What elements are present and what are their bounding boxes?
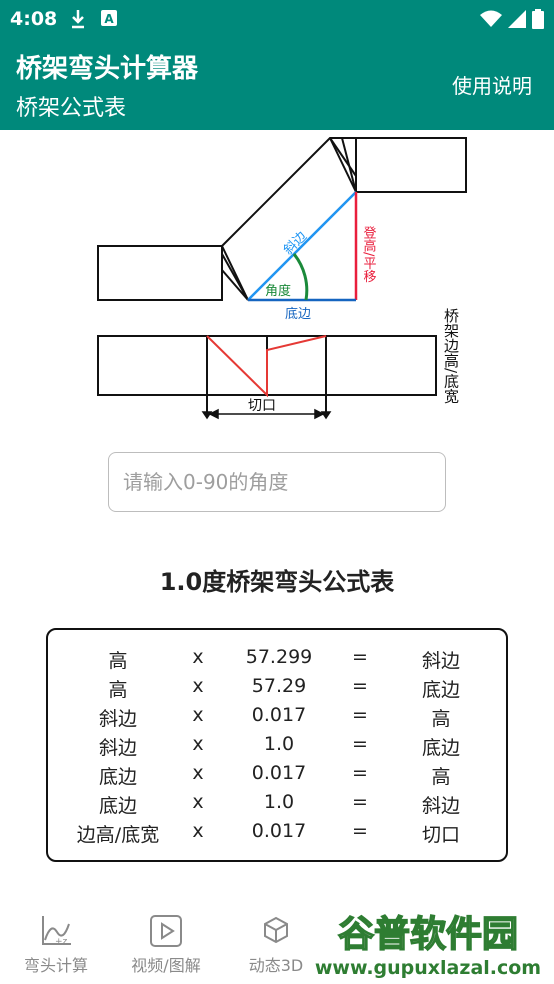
nav-label: 动态3D xyxy=(248,956,304,975)
table-row: 边高/底宽 x 0.017 = 切口 xyxy=(76,820,461,846)
table-title: 1.0度桥架弯头公式表 xyxy=(159,568,395,596)
svg-text:+z: +z xyxy=(55,937,68,947)
svg-text:www.gupuxlazal.com: www.gupuxlazal.com xyxy=(315,957,541,979)
nav-label: 视频/图解 xyxy=(131,956,201,975)
watermark-logo: 谷普软件园 www.gupuxlazal.com xyxy=(315,913,541,979)
table-row: 底边 x 0.017 = 高 xyxy=(98,762,451,788)
wifi-icon xyxy=(480,10,502,27)
app-bar: 桥架弯头计算器 桥架公式表 使用说明 xyxy=(0,38,554,130)
table-row: 斜边 x 0.017 = 高 xyxy=(98,704,451,730)
left-tray xyxy=(97,245,223,301)
rise-label: 登高/平移 xyxy=(361,226,377,283)
battery-icon xyxy=(532,9,544,29)
a-notification-icon: A xyxy=(101,10,117,26)
table-row: 斜边 x 1.0 = 底边 xyxy=(98,733,461,759)
nav-label: 弯头计算 xyxy=(23,956,88,975)
app-title: 桥架弯头计算器 xyxy=(16,54,199,84)
help-button[interactable]: 使用说明 xyxy=(452,70,532,99)
base-label: 底边 xyxy=(285,306,311,322)
side-height-label: 桥架边高/底宽 xyxy=(442,308,460,404)
formula-table: 高 x 57.299 = 斜边 高 x 57.29 = 底边 斜边 x 0.017 = 高 斜边 x 1.0… xyxy=(46,628,508,862)
status-time: 4:08 xyxy=(10,8,58,30)
right-tray xyxy=(355,137,467,193)
angle-input[interactable] xyxy=(108,452,446,512)
angle-arc xyxy=(292,253,309,301)
table-row: 高 x 57.299 = 斜边 xyxy=(108,646,461,672)
table-row: 高 x 57.29 = 底边 xyxy=(108,675,461,701)
status-bar: 4:08 A xyxy=(0,0,554,38)
chart-icon: +z xyxy=(42,916,71,947)
svg-text:谷普软件园: 谷普软件园 xyxy=(338,914,518,955)
angle-label: 角度 xyxy=(265,283,291,299)
nav-item-elbow-calc[interactable]: +z 弯头计算 xyxy=(6,906,106,976)
table-row: 底边 x 1.0 = 斜边 xyxy=(98,791,461,817)
hypotenuse-label: 斜边 xyxy=(281,229,310,258)
nav-item-video[interactable]: 视频/图解 xyxy=(116,906,216,976)
svg-text:A: A xyxy=(104,12,114,26)
diagonal-top-edge xyxy=(221,137,356,247)
signal-icon xyxy=(508,10,526,28)
3d-cube-icon xyxy=(264,916,288,944)
app-subtitle: 桥架公式表 xyxy=(16,96,127,121)
cut-label: 切口 xyxy=(248,398,276,414)
elbow-diagram: 斜边 角度 底边 登高/平移 桥架边高/底宽 切口 xyxy=(97,137,467,420)
play-video-icon xyxy=(150,915,182,947)
download-icon xyxy=(72,10,84,29)
